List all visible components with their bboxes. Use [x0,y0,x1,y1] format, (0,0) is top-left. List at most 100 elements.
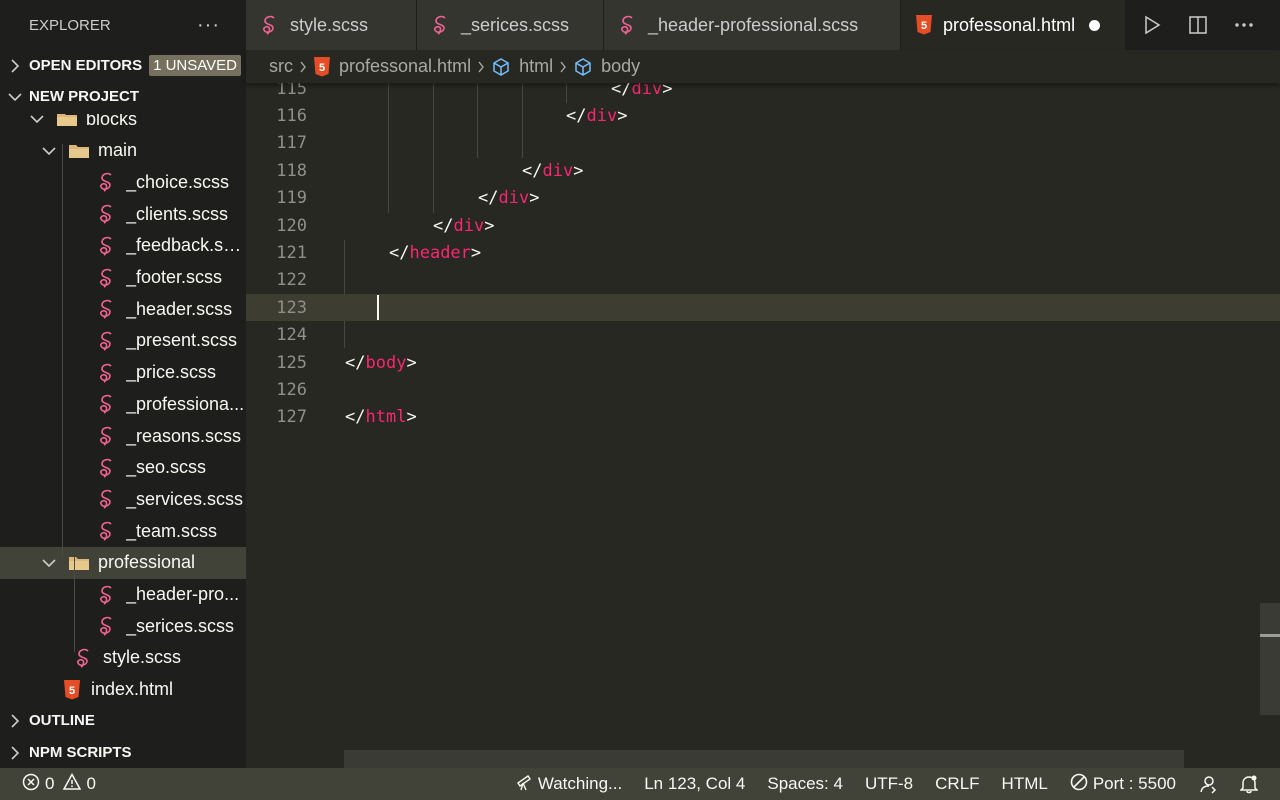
npm-scripts-section[interactable]: NPM SCRIPTS [0,737,246,768]
tab-label: _serices.scss [461,14,570,35]
tree-item-label: main [98,140,138,161]
npm-scripts-label: NPM SCRIPTS [29,744,132,761]
tab-serices-scss[interactable]: _serices.scss [417,0,604,50]
cube-icon [491,57,511,77]
breadcrumb: src 5 professonal.html html body [246,50,1280,83]
tree-item-label: _serices.scss [126,615,235,636]
line-number: 122 [276,270,307,291]
sass-icon [96,267,118,289]
cursor-position[interactable]: Ln 123, Col 4 [644,774,745,794]
file-item[interactable]: _team.scss [0,515,246,547]
tab-label: _header-professional.scss [648,14,859,35]
file-item[interactable]: _reasons.scss [0,420,246,452]
notifications-bell-icon[interactable] [1240,774,1258,794]
code-line: 115 </div> [246,83,1280,102]
file-item[interactable]: _choice.scss [0,166,246,198]
file-item[interactable]: _serices.scss [0,610,246,642]
code-line: 120 </div> [246,212,1280,239]
code-line: 121 </header> [246,239,1280,266]
sass-icon [96,203,118,225]
sass-icon [96,520,118,542]
tree-item-label: blocks [86,114,138,129]
sass-icon [73,647,95,669]
file-item[interactable]: _clients.scss [0,198,246,230]
line-number: 116 [276,105,307,126]
split-editor-icon[interactable] [1188,15,1208,35]
language-mode[interactable]: HTML [1002,774,1048,794]
file-item[interactable]: 5 index.html [0,674,246,703]
live-server-port[interactable]: Port : 5500 [1070,773,1176,796]
chevron-right-icon [0,713,29,728]
code-line: 118 </div> [246,157,1280,184]
scroll-position-marker [1260,634,1280,637]
breadcrumb-item-src[interactable]: src [269,56,293,77]
error-count: 0 [45,774,55,793]
code-editor[interactable]: 115 </div> 116 </div> 117 118 </div> 119 </div> 1… [246,83,1280,768]
more-actions-icon[interactable] [1234,22,1254,28]
breadcrumb-item-body[interactable]: body [601,56,640,77]
line-number: 123 [276,297,307,318]
code-text: </header> [389,243,481,263]
error-icon [22,773,40,796]
punctuation: > [573,160,584,181]
tree-item-label: _choice.scss [126,171,230,192]
watching-label: Watching... [537,774,623,793]
punctuation: </ [611,83,632,99]
code-line: 125 </body> [246,349,1280,376]
editor-actions [1142,0,1280,50]
file-item[interactable]: style.scss [0,642,246,674]
punctuation: </ [522,160,543,181]
tab-style-scss[interactable]: style.scss [246,0,417,50]
file-item[interactable]: _services.scss [0,483,246,515]
file-item[interactable]: _seo.scss [0,452,246,484]
file-item[interactable]: _price.scss [0,357,246,389]
horizontal-scrollbar[interactable] [344,750,1184,768]
line-number: 127 [276,407,307,428]
folder-item[interactable]: professional [0,546,246,579]
file-item[interactable]: _feedback.scss [0,230,246,262]
punctuation: </ [345,407,366,428]
open-editors-section[interactable]: OPEN EDITORS 1 UNSAVED [0,50,246,81]
sass-icon [96,615,118,637]
svg-text:5: 5 [319,62,325,74]
folder-item[interactable]: blocks [0,114,246,135]
outline-section[interactable]: OUTLINE [0,705,246,736]
tree-indent-guide [62,144,63,558]
file-item[interactable]: _present.scss [0,325,246,357]
run-icon[interactable] [1142,15,1162,35]
tree-item-label: _header-pro... [126,584,240,604]
end-of-line[interactable]: CRLF [935,774,979,794]
file-item[interactable]: _footer.scss [0,262,246,294]
vertical-scrollbar[interactable] [1260,603,1280,715]
chevron-right-icon [559,61,567,73]
tab-header-professional-scss[interactable]: _header-professional.scss [604,0,901,50]
sass-icon [96,298,118,320]
html5-icon: 5 [61,679,83,701]
chevron-down-icon [0,92,29,102]
line-number: 119 [276,188,307,209]
tab-professonal-html[interactable]: 5 professonal.html [901,0,1126,50]
problems-indicator[interactable]: 0 0 [22,772,96,796]
indentation[interactable]: Spaces: 4 [767,774,843,794]
code-line: 124 [246,322,1280,349]
feedback-icon[interactable] [1198,774,1218,794]
code-line: 126 [246,376,1280,403]
outline-label: OUTLINE [29,712,95,729]
punctuation: </ [345,352,366,373]
explorer-title: EXPLORER [29,16,111,34]
sass-watcher-status[interactable]: Watching... [515,773,622,796]
punctuation: </ [389,242,410,263]
file-item[interactable]: _professiona... [0,388,246,420]
unsaved-dot-icon[interactable] [1089,19,1101,31]
explorer-header: EXPLORER ··· [0,0,246,50]
chevron-right-icon [299,61,307,73]
file-item[interactable]: _header-pro... [0,579,246,611]
file-item[interactable]: _header.scss [0,293,246,325]
project-section[interactable]: NEW PROJECT [0,81,246,112]
more-actions-button[interactable]: ··· [197,14,220,37]
folder-item[interactable]: main [0,135,246,167]
breadcrumb-item-file[interactable]: professonal.html [339,56,471,77]
unsaved-badge: 1 UNSAVED [149,55,242,76]
breadcrumb-item-html[interactable]: html [519,56,553,77]
encoding[interactable]: UTF-8 [865,774,913,794]
